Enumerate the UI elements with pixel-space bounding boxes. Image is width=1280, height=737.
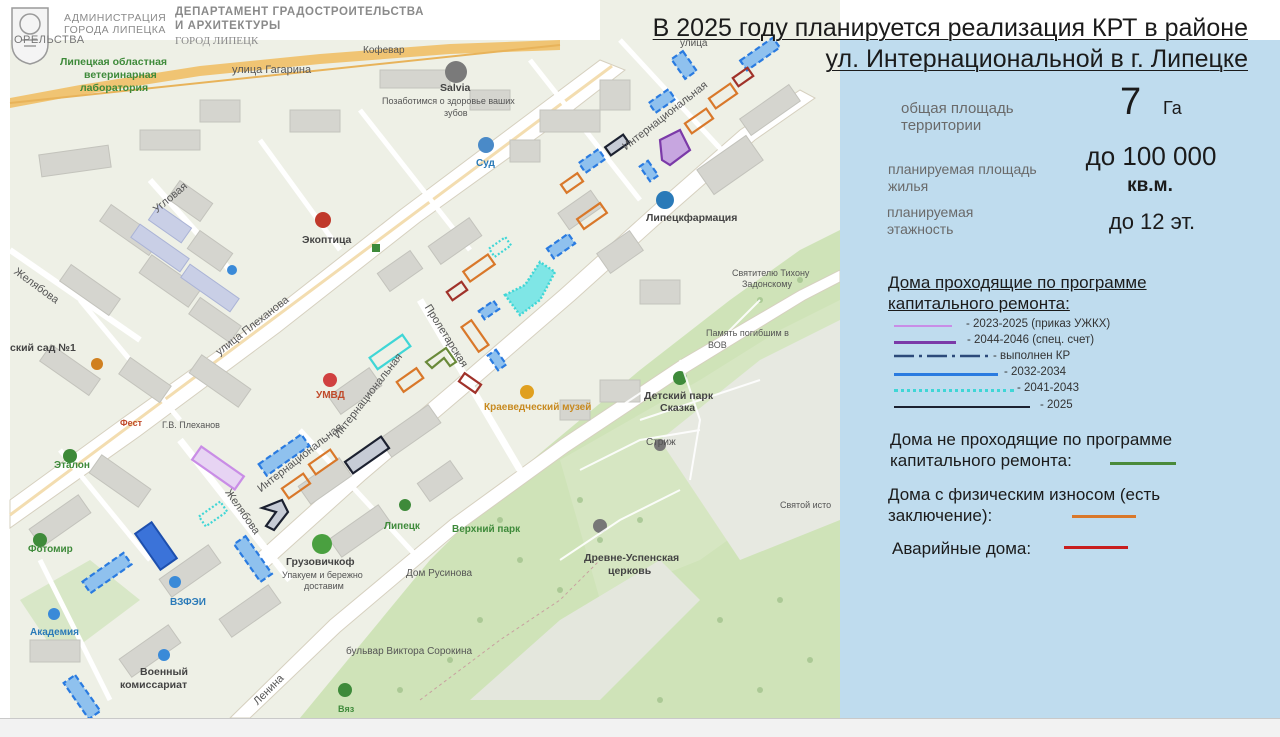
legend-item-2044-2046: - 2044-2046 (спец. счет) xyxy=(890,334,1190,350)
poi-gruz-note-1: Упакуем и бережно xyxy=(282,570,363,580)
legend-line-2023-2025 xyxy=(894,325,952,327)
delivery-icon xyxy=(312,534,332,554)
poi-lab-line1: Липецкая областная xyxy=(60,56,168,68)
legend-wear: Дома с физическим износом (есть заключен… xyxy=(888,485,1161,525)
department-title: ДЕПАРТАМЕНТ ГРАДОСТРОИТЕЛЬСТВА И АРХИТЕК… xyxy=(175,6,424,32)
poi-plekhanov: Г.В. Плеханов xyxy=(162,420,220,430)
poi-detsky-park-2: Сказка xyxy=(660,402,696,414)
street-kofevar: Кофевар xyxy=(363,45,405,56)
poi-detsad: ский сад №1 xyxy=(10,342,76,354)
map-canvas xyxy=(0,0,840,718)
museum-icon xyxy=(520,385,534,399)
stat-area-label: общая площадь территории xyxy=(901,100,1014,134)
poi-gruz-note-2: доставим xyxy=(304,581,344,591)
stat-area-value: 7 xyxy=(1120,81,1142,123)
poi-drevne-2: церковь xyxy=(608,565,652,577)
legend-item-done: - выполнен КР xyxy=(890,350,1190,366)
poi-voenkom-2: комиссариат xyxy=(120,679,188,691)
tooth-icon xyxy=(445,61,467,83)
legend-item-2023-2025: - 2023-2025 (приказ УЖКХ) xyxy=(890,318,1190,334)
poi-svyatoy-istochnik: Святой исто xyxy=(780,500,832,510)
header-fragment: ОРЕЛЬСТВА xyxy=(14,34,85,46)
poi-lab-line2: ветеринарная xyxy=(84,69,157,81)
stat-area-unit: Га xyxy=(1163,98,1182,118)
poi-drevne-1[interactable]: Древне-Успенская xyxy=(584,552,679,564)
poi-sud[interactable]: Суд xyxy=(476,158,495,169)
legend-title: Дома проходящие по программе капитальног… xyxy=(888,273,1147,313)
stat-floors-label: планируемая этажность xyxy=(887,204,974,237)
admin-title: АДМИНИСТРАЦИЯ ГОРОДА ЛИПЕЦКА xyxy=(64,12,167,36)
poi-salvia-note-1: Позаботимся о здоровье ваших xyxy=(382,96,515,106)
poi-vyaz: Вяз xyxy=(338,704,355,714)
poi-etalon[interactable]: Эталон xyxy=(54,460,90,471)
stat-floors-value: до 12 эт. xyxy=(1108,209,1196,234)
legend-line-emergency xyxy=(1064,546,1128,549)
street-gagarina: улица Гагарина xyxy=(232,64,312,76)
poi-akademiya[interactable]: Академия xyxy=(30,627,79,638)
poi-gruzovichkof[interactable]: Грузовичкоф xyxy=(286,556,355,568)
court-icon xyxy=(478,137,494,153)
street-bulvar-1: бульвар Виктора Сорокина xyxy=(345,646,473,657)
stat-housing-label: планируемая площадь жилья xyxy=(888,161,1037,194)
map-area[interactable]: улица Гагарина Кофевар улица улица Плеха… xyxy=(0,0,840,718)
poi-salvia-note-2: зубов xyxy=(444,108,468,118)
legend-line-2025 xyxy=(894,406,1030,408)
police-icon xyxy=(323,373,337,387)
stat-housing-value: до 100 000 xyxy=(1085,141,1217,171)
poi-svyatitelyu-2: Задонскому xyxy=(742,279,793,289)
poi-vzfei[interactable]: ВЗФЭИ xyxy=(170,597,206,608)
legend-item-2032-2034: - 2032-2034 xyxy=(890,366,1190,382)
food-icon xyxy=(315,212,331,228)
poi-lipetskfarmatsiya[interactable]: Липецкфармация xyxy=(646,212,737,224)
poi-pamyatnik-1: Память погибшим в xyxy=(706,328,789,338)
poi-umvd[interactable]: УМВД xyxy=(316,390,345,401)
legend-not-in-program: Дома не проходящие по программе капиталь… xyxy=(890,430,1173,470)
poi-detsky-park-1[interactable]: Детский парк xyxy=(644,390,713,402)
poi-ekoptica[interactable]: Экоптица xyxy=(302,234,351,246)
poi-dom-rusinova: Дом Русинова xyxy=(406,568,473,579)
poi-fest[interactable]: Фест xyxy=(120,418,142,428)
poi-salvia[interactable]: Salvia xyxy=(440,82,470,94)
poi-voenkom-1: Военный xyxy=(140,666,188,678)
bottom-border xyxy=(0,718,1280,737)
poi-verkhny-park[interactable]: Верхний парк xyxy=(452,524,520,535)
page-title: В 2025 году планируется реализация КРТ в… xyxy=(652,14,1248,73)
poi-fotomir[interactable]: Фотомир xyxy=(28,544,73,555)
poi-lab-line3: лаборатория xyxy=(80,82,149,94)
legend-line-done xyxy=(894,354,988,358)
legend-line-2032-2034 xyxy=(894,373,998,376)
legend-item-2041-2043: - 2041-2043 xyxy=(890,382,1190,398)
poi-lipetsk[interactable]: Липецк xyxy=(384,521,420,532)
legend-line-wear xyxy=(1072,515,1136,518)
legend-line-not-in-program xyxy=(1110,462,1176,465)
city-name: ГОРОД ЛИПЕЦК xyxy=(175,35,259,47)
legend-line-2041-2043 xyxy=(894,389,1014,392)
poi-svyatitelyu-1: Святителю Тихону xyxy=(732,268,810,278)
legend-emergency: Аварийные дома: xyxy=(892,539,1032,558)
poi-kraeved[interactable]: Краеведческий музей xyxy=(484,402,591,413)
poi-strizh: Стриж xyxy=(646,437,676,448)
stat-housing-unit: кв.м. xyxy=(1127,175,1173,196)
poi-pamyatnik-2: ВОВ xyxy=(708,340,727,350)
legend-item-2025: - 2025 xyxy=(890,399,1190,415)
pharmacy-icon xyxy=(656,191,674,209)
legend-line-2044-2046 xyxy=(894,341,956,344)
